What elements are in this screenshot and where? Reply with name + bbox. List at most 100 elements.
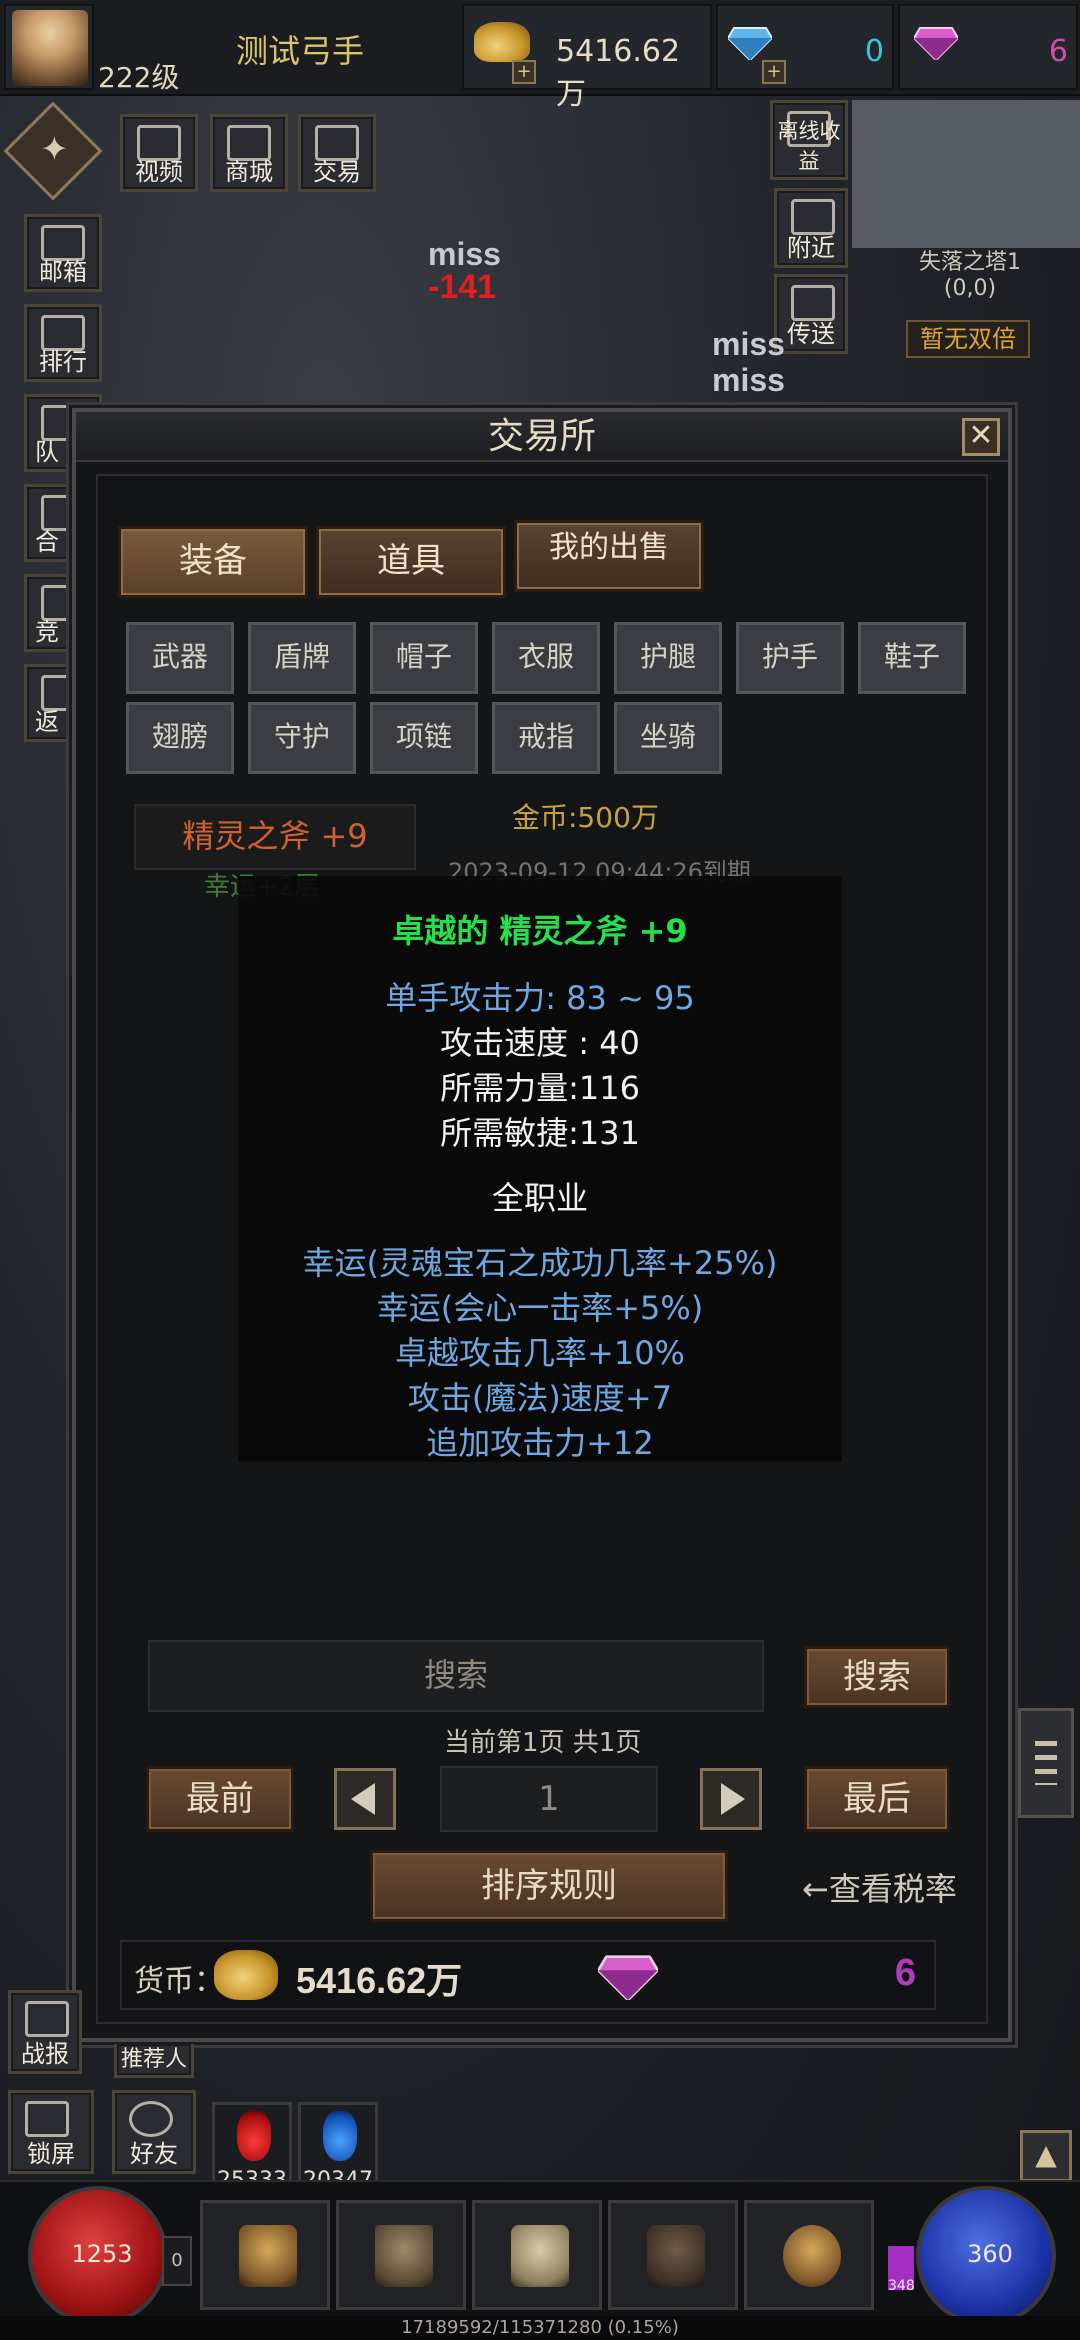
experience-bar: 17189592/115371280 (0.15%) [0,2316,1080,2340]
inventory-button[interactable] [336,2200,466,2310]
listing-item[interactable]: 精灵之斧 +9 [134,804,416,870]
category-armor[interactable]: 衣服 [492,622,600,694]
main-menu-diamond-button[interactable]: ✦ [3,101,103,201]
miss-text: miss [712,326,785,362]
category-ring[interactable]: 戒指 [492,702,600,774]
chest-icon [375,2225,433,2287]
miss-text: miss [712,362,785,398]
category-gloves[interactable]: 护手 [736,622,844,694]
tooltip-agility: 所需敏捷:131 [440,1114,640,1152]
hp-value: 1253 [71,2240,133,2268]
lock-screen-icon [25,2101,69,2137]
category-boots[interactable]: 鞋子 [858,622,966,694]
gold-cell: + 5416.62万 [462,4,712,112]
hp-orb: 1253 [28,2186,168,2326]
lock-screen-button[interactable]: 锁屏 [8,2090,94,2174]
damage-number: -141 [428,268,497,306]
gem-cell: 6 [898,4,1078,90]
quest-button[interactable] [472,2200,602,2310]
report-icon [25,2001,69,2037]
search-button[interactable]: 搜索 [804,1646,950,1708]
tooltip-attack: 单手攻击力: 83 ~ 95 [385,979,695,1017]
expand-up-button[interactable]: ▲ [1020,2130,1072,2182]
nearby-button[interactable]: 附近 [774,188,848,268]
category-pants[interactable]: 护腿 [614,622,722,694]
minimap[interactable] [852,100,1080,248]
add-gold-button[interactable]: + [512,60,536,84]
shop-button[interactable]: 商城 [210,114,288,192]
currency-label: 货币： [134,1964,224,1999]
mailbox-button[interactable]: 邮箱 [24,214,102,292]
item-tooltip: 卓越的 精灵之斧 +9 单手攻击力: 83 ~ 95 攻击速度 : 40 所需力… [238,876,842,1462]
purple-gem-icon [914,27,958,60]
referrer-button[interactable]: 推荐人 [114,2044,194,2078]
prev-page-button[interactable] [334,1768,396,1830]
tooltip-strength: 所需力量:116 [440,1069,640,1107]
tooltip-option: 攻击(魔法)速度+7 [407,1379,673,1417]
teleport-button[interactable]: 传送 [774,274,848,354]
diamond-count: 0 [864,34,884,69]
next-page-button[interactable] [700,1768,762,1830]
currency-bar: 货币： 5416.62万 6 [120,1940,936,2010]
category-shield[interactable]: 盾牌 [248,622,356,694]
currency-gem-amount: 6 [894,1952,916,1994]
first-page-button[interactable]: 最前 [146,1766,294,1832]
gold-coins-icon [214,1950,278,2000]
category-mount[interactable]: 坐骑 [614,702,722,774]
category-weapon[interactable]: 武器 [126,622,234,694]
red-potion-icon [237,2111,271,2161]
tooltip-option: 幸运(灵魂宝石之成功几率+25%) [302,1244,778,1282]
double-exp-status: 暂无双倍 [906,320,1030,358]
close-button[interactable]: ✕ [962,418,1000,456]
category-necklace[interactable]: 项链 [370,702,478,774]
blue-diamond-icon [728,27,772,60]
diamond-cell: + 0 [716,4,894,90]
settings-button[interactable] [744,2200,874,2310]
avatar-frame[interactable] [4,4,94,90]
currency-gold-amount: 5416.62万 [296,1960,463,2001]
tooltip-class: 全职业 [491,1179,588,1217]
arrow-right-icon [721,1783,745,1815]
helmet-icon [239,2225,297,2287]
last-page-button[interactable]: 最后 [804,1766,950,1832]
arrow-left-icon [351,1783,375,1815]
page-info: 当前第1页 共1页 [444,1728,642,1758]
listing-price: 金币:500万 [512,801,659,834]
menu-bars-icon [1035,1741,1057,1785]
player-name-cell: 测试弓手 [96,4,458,90]
gem-count: 6 [1048,34,1068,69]
purple-gem-icon [598,1955,658,2000]
dialog-title: 交易所 [76,412,1008,462]
search-input[interactable]: 搜索 [148,1640,764,1712]
page-number-field[interactable]: 1 [440,1766,658,1832]
friends-button[interactable]: 好友 [112,2090,196,2174]
gold-amount: 5416.62万 [556,34,681,112]
tooltip-option: 卓越攻击几率+10% [395,1334,685,1372]
add-diamond-button[interactable]: + [762,60,786,84]
video-button[interactable]: 视频 [120,114,198,192]
trade-button[interactable]: 交易 [298,114,376,192]
category-wings[interactable]: 翅膀 [126,702,234,774]
side-panel-handle[interactable] [1018,1708,1074,1818]
tab-items[interactable]: 道具 [316,526,506,598]
mp-orb: 360 [916,2186,1056,2326]
skills-button[interactable] [608,2200,738,2310]
view-tax-link[interactable]: ←查看税率 [802,1864,957,1910]
sort-rules-button[interactable]: 排序规则 [370,1850,728,1922]
avatar[interactable] [12,10,88,86]
tooltip-option: 追加攻击力+12 [426,1424,654,1462]
tab-my-sales[interactable]: 我的出售 [514,520,704,592]
battle-report-button[interactable]: 战报 [8,1990,82,2074]
friends-icon [129,2101,173,2137]
offline-earnings-button[interactable]: 离线收益 [770,100,848,180]
book-icon [647,2225,705,2287]
ranking-button[interactable]: 排行 [24,304,102,382]
top-status-bar: 222级 测试弓手 + 5416.62万 + 0 6 [0,0,1080,112]
category-guardian[interactable]: 守护 [248,702,356,774]
map-location: 失落之塔1 (0,0) [880,250,1060,302]
tab-equipment[interactable]: 装备 [118,526,308,598]
category-helmet[interactable]: 帽子 [370,622,478,694]
small-counter: 0 [162,2236,192,2286]
star-icon: ✦ [40,129,69,170]
character-button[interactable] [200,2200,330,2310]
